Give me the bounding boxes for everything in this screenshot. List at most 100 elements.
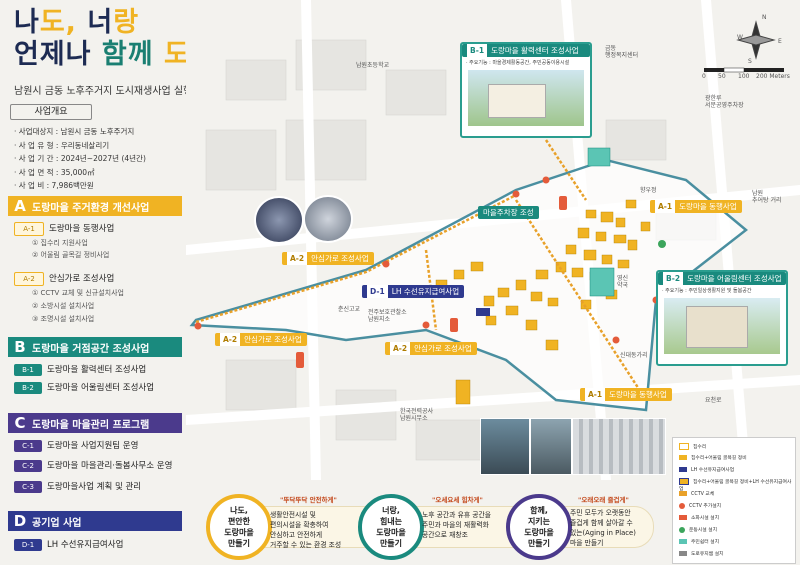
page-title-line1: 나도, 너랑 [14, 8, 139, 38]
a2c-tag: A-2 [390, 342, 411, 355]
a2a-text: 안심가로 조성사업 [311, 254, 369, 263]
title-do: 도, [39, 7, 88, 38]
compass-s: S [748, 58, 752, 65]
overview-heading: 사업개요 [10, 104, 92, 120]
item-d1-tag: D-1 [14, 539, 42, 551]
item-a2-tag: A-2 [14, 272, 44, 286]
a1b-callout: A-1 도랑마을 동행사업 [580, 388, 672, 401]
vision-slogan-3: "오래오래 즐겁게" [578, 496, 629, 504]
b1-callout: B-1 도랑마을 활력센터 조성사업 [462, 44, 590, 57]
overview-row: · 사 업 기 간 : 2024년~2027년 (4년간) [14, 154, 146, 163]
section-b-header: B 도랑마을 거점공간 조성사업 [8, 337, 182, 357]
photo-market [572, 418, 666, 475]
photo-shop [480, 418, 530, 475]
item-b1-label: 도랑마을 활력센터 조성사업 [47, 365, 147, 375]
item-c3-tag: C-3 [14, 481, 42, 493]
b1-callout-text: 도랑마을 활력센터 조성사업 [491, 46, 579, 55]
photo-night-street [254, 196, 304, 244]
section-a-letter: A [14, 197, 26, 215]
scale-100: 100 [738, 73, 750, 80]
title-rang: 랑 [113, 7, 140, 38]
vision-text-1: 생활안전시설 및 편의시설을 확충하여 안심하고 안전하게 거주할 수 있는 환… [270, 511, 342, 549]
item-c1-label: 도랑마을 사업지원팀 운영 [47, 441, 139, 451]
label-chonsi: 춘신고교 [338, 306, 361, 313]
section-d-title: 공기업 사업 [32, 518, 82, 529]
item-c1-tag: C-1 [14, 440, 42, 452]
b1-note: · 주요기능 : 마을경제활동공간, 주민공동이용시설 [466, 60, 570, 66]
a2a-tag: A-2 [287, 252, 308, 265]
label-pharm: 영신 약국 [617, 275, 629, 289]
scale-0: 0 [702, 73, 706, 80]
d1-text: LH 수선유지급여사업 [391, 287, 460, 296]
section-a-header: A 도랑마을 주거환경 개선사업 [8, 196, 182, 216]
label-office: 금동 행정복지센터 [605, 45, 639, 59]
a2c-callout: A-2 안심가로 조성사업 [385, 342, 477, 355]
item-a1-label: 도랑마을 동행사업 [49, 224, 115, 234]
section-a-title: 도랑마을 주거환경 개선사업 [32, 203, 150, 214]
a2a-callout: A-2 안심가로 조성사업 [282, 252, 374, 265]
legend-item: 도로유지쌤 설치 [679, 550, 723, 557]
label-school: 남원초등학교 [356, 62, 390, 69]
photo-corridor [530, 418, 572, 475]
legend-item: 주민쉼터 설치 [679, 538, 719, 545]
overview-row: · 사 업 비 : 7,986백만원 [14, 181, 94, 190]
item-c2: C-2 도랑마을 마을관리·돌봄사무소 운영 [14, 459, 172, 473]
item-b2-label: 도랑마을 어울림센터 조성사업 [47, 383, 155, 393]
label-jun: 전주보호관찰소 남원지소 [368, 309, 407, 323]
label-church: 향우정 [640, 187, 657, 194]
scale-200: 200 Meters [756, 73, 790, 80]
vision-circle-2: 너랑, 힘내는 도랑마을 만들기 [358, 494, 424, 560]
item-b1: B-1 도랑마을 활력센터 조성사업 [14, 363, 146, 377]
d1-tag: D-1 [367, 285, 388, 298]
title-eonjena: 언제나 [14, 39, 102, 70]
a1a-text: 도랑마을 동행사업 [679, 202, 737, 211]
item-b2-tag: B-2 [14, 382, 42, 394]
map-legend: 집수리 집수리+어울림 골목길 정비 LH 수선유지급여사업 집수리+어울림 골… [672, 437, 796, 564]
b2-note: · 주요기능 : 주민일상생활지원 및 돌봄공간 [662, 288, 752, 294]
scale-50: 50 [718, 73, 726, 80]
vision-text-2: 노후 공간과 유휴 공간을 주민과 마을의 재활력화 공간으로 재창조 [422, 511, 492, 539]
item-a1-sub2: ② 어울림 골목길 정비사업 [32, 251, 110, 259]
compass-w: W [737, 34, 743, 41]
vision-slogan-2: "오세요세 힘차게" [432, 496, 483, 504]
b2-panel: B-2 도랑마을 어울림센터 조성사업 · 주요기능 : 주민일상생활지원 및 돌… [656, 270, 788, 366]
label-hall: 한국전력공사 남원시무소 [400, 408, 434, 422]
section-d-letter: D [13, 512, 27, 530]
b2-callout-text: 도랑마을 어울림센터 조성사업 [687, 274, 782, 283]
label-park: 광한루 서문공영주차장 [705, 95, 744, 109]
item-a2-sub2: ② 소방시설 설치사업 [32, 302, 95, 310]
section-b-title: 도랑마을 거점공간 조성사업 [32, 344, 150, 355]
b2-callout-tag: B-2 [663, 272, 684, 285]
a1a-callout: A-1 도랑마을 동행사업 [650, 200, 742, 213]
compass-e: E [778, 38, 782, 45]
a1b-text: 도랑마을 동행사업 [609, 390, 667, 399]
a2b-text: 안심가로 조성사업 [244, 335, 302, 344]
vision-circle-3: 함께, 지키는 도랑마을 만들기 [506, 494, 572, 560]
title-hamkke: 함께 [101, 39, 165, 70]
item-a2: A-2 안심가로 조성사업 [14, 272, 114, 286]
legend-item: 집수리+어울림 골목길 정비 [679, 454, 747, 461]
vision-circle-1: 나도, 편안한 도랑마을 만들기 [206, 494, 272, 560]
item-c3: C-3 도랑마을사업 계획 및 관리 [14, 480, 141, 494]
legend-item: CCTV 추가설치 [679, 502, 721, 509]
item-a2-label: 안심가로 조성사업 [49, 274, 115, 284]
legend-item: LH 수선유지급여사업 [679, 466, 734, 473]
b2-render [664, 298, 780, 354]
b1-callout-tag: B-1 [467, 44, 488, 57]
a2c-text: 안심가로 조성사업 [414, 344, 472, 353]
overview-row: · 사 업 면 적 : 35,000㎡ [14, 167, 95, 177]
label-market: 남원 추어탕 거리 [752, 190, 782, 204]
legend-item: 운동시설 설치 [679, 526, 717, 533]
item-a1: A-1 도랑마을 동행사업 [14, 222, 114, 236]
legend-item: 집수리 [679, 443, 706, 450]
section-c-letter: C [14, 414, 26, 432]
overview-list: · 사업대상지 : 남원시 금동 노후주거지 · 사 업 유 형 : 우리동네살… [14, 125, 146, 193]
section-c-title: 도랑마을 마을관리 프로그램 [32, 420, 150, 431]
a1b-tag: A-1 [585, 388, 606, 401]
item-c3-label: 도랑마을사업 계획 및 관리 [47, 482, 142, 492]
label-sindong: 신대동가리 [620, 352, 648, 359]
vision-slogan-1: "뚜닥뚜닥 안전하게" [280, 496, 337, 504]
item-b1-tag: B-1 [14, 364, 42, 376]
a2b-callout: A-2 안심가로 조성사업 [215, 333, 307, 346]
item-a1-sub1: ① 집수리 지원사업 [32, 239, 88, 247]
